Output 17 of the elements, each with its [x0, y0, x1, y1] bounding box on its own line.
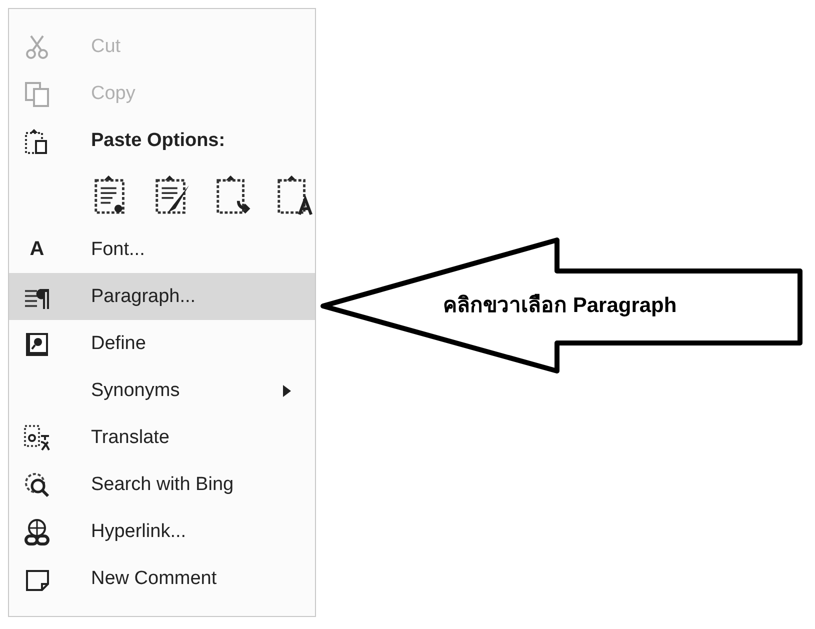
- scissors-icon: [23, 32, 51, 60]
- translate-icon: [23, 424, 51, 452]
- menu-item[interactable]: Translate: [9, 414, 315, 461]
- globe-link-icon: [23, 518, 51, 546]
- menu-item[interactable]: Define: [9, 320, 315, 367]
- copy-icon: [23, 80, 51, 108]
- menu-item[interactable]: Search with Bing: [9, 461, 315, 508]
- menu-item[interactable]: A Font...: [9, 226, 315, 273]
- callout-text: คลิกขวาเลือก Paragraph: [443, 292, 677, 319]
- menu-header: Paste Options:: [91, 130, 226, 152]
- font-icon: A: [23, 238, 51, 261]
- submenu-arrow-icon: [283, 384, 291, 396]
- globe-search-icon: [23, 470, 51, 498]
- menu-item[interactable]: Synonyms: [9, 367, 315, 414]
- menu-item[interactable]: Paragraph...: [9, 273, 315, 320]
- menu-item[interactable]: Hyperlink...: [9, 508, 315, 555]
- menu-item[interactable]: New Comment: [9, 555, 315, 602]
